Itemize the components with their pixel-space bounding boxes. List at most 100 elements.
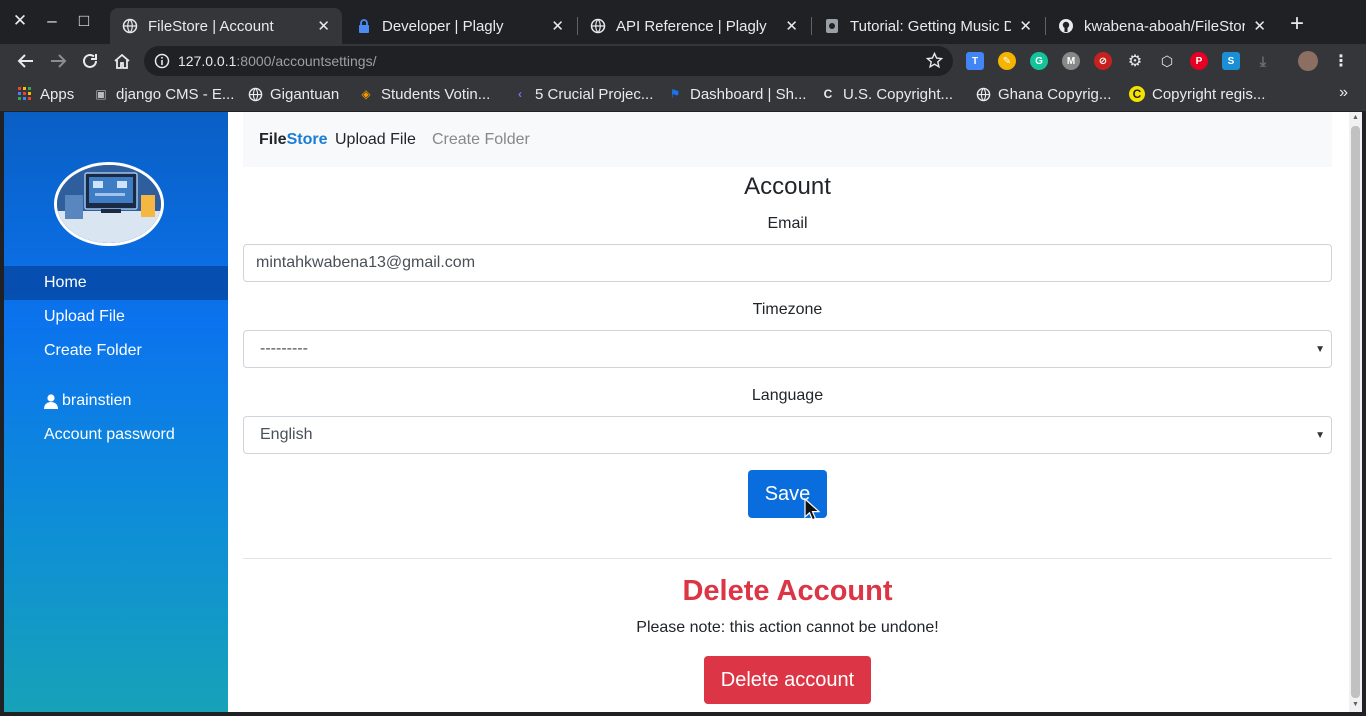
bookmark-ghana-copyright[interactable]: Ghana Copyrig...: [975, 84, 1111, 104]
bookmarks-bar: Apps ▣ django CMS - E... Gigantuan ◈ Stu…: [0, 78, 1366, 111]
bookmark-apps[interactable]: Apps: [17, 84, 74, 104]
sidebar-item-user[interactable]: brainstien: [4, 384, 228, 418]
reload-icon: [83, 53, 97, 68]
bookmark-crucial-projects[interactable]: ‹ 5 Crucial Projec...: [512, 84, 653, 104]
nav-link-upload-file[interactable]: Upload File: [335, 131, 416, 149]
m-extension-icon[interactable]: M: [1062, 52, 1080, 70]
gear-extension-icon[interactable]: ⚙: [1126, 52, 1144, 70]
globe-icon: [247, 86, 263, 102]
bookmark-label: 5 Crucial Projec...: [535, 85, 654, 103]
sidebar-item-upload-file[interactable]: Upload File: [4, 300, 228, 334]
diamond-icon: ◈: [361, 87, 371, 101]
page-viewport: Home Upload File Create Folder brainstie…: [4, 112, 1362, 712]
bookmark-flag-icon: ⚑: [669, 87, 681, 101]
bookmark-students-voting[interactable]: ◈ Students Votin...: [358, 84, 490, 104]
sidebar-item-label: Create Folder: [44, 342, 142, 359]
sidebar-item-label: Upload File: [44, 308, 125, 325]
translate-extension-icon[interactable]: T: [966, 52, 984, 70]
grammarly-extension-icon[interactable]: G: [1030, 52, 1048, 70]
tab-title: Developer | Plagly: [382, 17, 504, 35]
timezone-label: Timezone: [752, 301, 823, 318]
reload-button[interactable]: [77, 48, 103, 74]
cms-icon: ▣: [95, 87, 107, 101]
tab-filestore-account[interactable]: FileStore | Account ✕: [110, 8, 342, 44]
home-icon: [114, 53, 130, 69]
kebab-menu-icon[interactable]: ⋮: [1332, 52, 1350, 70]
bookmark-dashboard[interactable]: ⚑ Dashboard | Sh...: [667, 84, 807, 104]
address-bar[interactable]: 127.0.0.1:8000/accountsettings/: [144, 46, 953, 76]
navbar-brand[interactable]: FileStore: [259, 131, 327, 149]
sidebar-item-label: Account password: [44, 426, 175, 443]
tab-tutorial-music[interactable]: Tutorial: Getting Music Da ✕: [812, 8, 1044, 44]
tab-strip: ✕ – □ FileStore | Account ✕ Developer | …: [0, 0, 1366, 44]
language-label: Language: [751, 387, 824, 404]
scroll-up-icon[interactable]: ▲: [1352, 114, 1359, 121]
back-button[interactable]: [13, 48, 39, 74]
user-icon: [44, 393, 58, 409]
home-button[interactable]: [109, 48, 135, 74]
bookmark-us-copyright[interactable]: C U.S. Copyright...: [820, 84, 953, 104]
tab-close-icon[interactable]: ✕: [785, 17, 798, 35]
scrollbar-thumb[interactable]: [1351, 126, 1360, 698]
bookmark-copyright-registration[interactable]: C Copyright regis...: [1129, 84, 1265, 104]
browser-toolbar: 127.0.0.1:8000/accountsettings/ T ✎ G M …: [0, 44, 1366, 78]
chevron-icon: ‹: [518, 87, 522, 101]
tab-title: Tutorial: Getting Music Da: [850, 17, 1012, 35]
window-maximize-button[interactable]: □: [71, 8, 97, 34]
site-logo[interactable]: [54, 162, 164, 246]
tab-github-filestore[interactable]: kwabena-aboah/FileStor ✕: [1046, 8, 1278, 44]
cube-extension-icon[interactable]: ⬡: [1158, 52, 1176, 70]
pencil-extension-icon[interactable]: ✎: [998, 52, 1016, 70]
forward-button[interactable]: [45, 48, 71, 74]
sidebar-item-account-password[interactable]: Account password: [4, 418, 228, 452]
window-minimize-button[interactable]: –: [39, 8, 65, 34]
delete-account-button[interactable]: Delete account: [704, 656, 871, 704]
bookmark-gigantuan[interactable]: Gigantuan: [247, 84, 339, 104]
sidebar-item-home[interactable]: Home: [4, 266, 228, 300]
email-value: mintahkwabena13@gmail.com: [256, 254, 476, 271]
bookmark-label: django CMS - E...: [116, 85, 235, 103]
tab-close-icon[interactable]: ✕: [317, 17, 330, 35]
chevron-down-icon: ▼: [1315, 430, 1325, 441]
sidebar-item-create-folder[interactable]: Create Folder: [4, 334, 228, 368]
s-extension-icon[interactable]: S: [1222, 52, 1240, 70]
timezone-value: ---------: [260, 340, 308, 357]
url-text[interactable]: 127.0.0.1:8000/accountsettings/: [178, 53, 377, 69]
url-host: 127.0.0.1: [178, 53, 237, 69]
window-close-button[interactable]: ✕: [7, 8, 33, 34]
language-select[interactable]: English ▼: [243, 416, 1332, 454]
arrow-right-icon: [51, 54, 67, 68]
timezone-select[interactable]: --------- ▼: [243, 330, 1332, 368]
tab-close-icon[interactable]: ✕: [551, 17, 564, 35]
bookmark-label: Students Votin...: [381, 85, 491, 103]
globe-icon: [122, 18, 138, 34]
download-icon[interactable]: ⤓: [1254, 52, 1272, 70]
delete-warning-text: Please note: this action cannot be undon…: [636, 619, 939, 636]
block-extension-icon[interactable]: ⊘: [1094, 52, 1112, 70]
language-value: English: [260, 426, 313, 443]
sidebar-item-label: Home: [44, 274, 87, 291]
email-field[interactable]: mintahkwabena13@gmail.com: [243, 244, 1332, 282]
chevron-down-icon: ▼: [1315, 344, 1325, 355]
mouse-cursor-icon: [804, 497, 821, 527]
lock-icon: [356, 18, 372, 34]
bookmark-label: Copyright regis...: [1152, 85, 1266, 103]
bookmark-label: Gigantuan: [270, 85, 340, 103]
new-tab-button[interactable]: +: [1284, 11, 1310, 37]
pinterest-extension-icon[interactable]: P: [1190, 52, 1208, 70]
bookmark-label: Apps: [40, 85, 75, 103]
nav-link-create-folder[interactable]: Create Folder: [432, 131, 530, 149]
tab-developer-plagly[interactable]: Developer | Plagly ✕: [344, 8, 576, 44]
bookmark-django-cms[interactable]: ▣ django CMS - E...: [93, 84, 234, 104]
tab-close-icon[interactable]: ✕: [1019, 17, 1032, 35]
tab-close-icon[interactable]: ✕: [1253, 17, 1266, 35]
star-icon[interactable]: [925, 51, 944, 74]
delete-account-heading: Delete Account: [682, 575, 893, 607]
page-scrollbar[interactable]: ▲ ▼: [1349, 112, 1362, 712]
info-icon[interactable]: [154, 53, 170, 74]
tab-api-reference[interactable]: API Reference | Plagly ✕: [578, 8, 810, 44]
profile-avatar[interactable]: [1298, 51, 1318, 71]
site-icon: [824, 18, 840, 34]
scroll-down-icon[interactable]: ▼: [1352, 701, 1359, 708]
bookmarks-overflow-button[interactable]: »: [1339, 84, 1348, 102]
